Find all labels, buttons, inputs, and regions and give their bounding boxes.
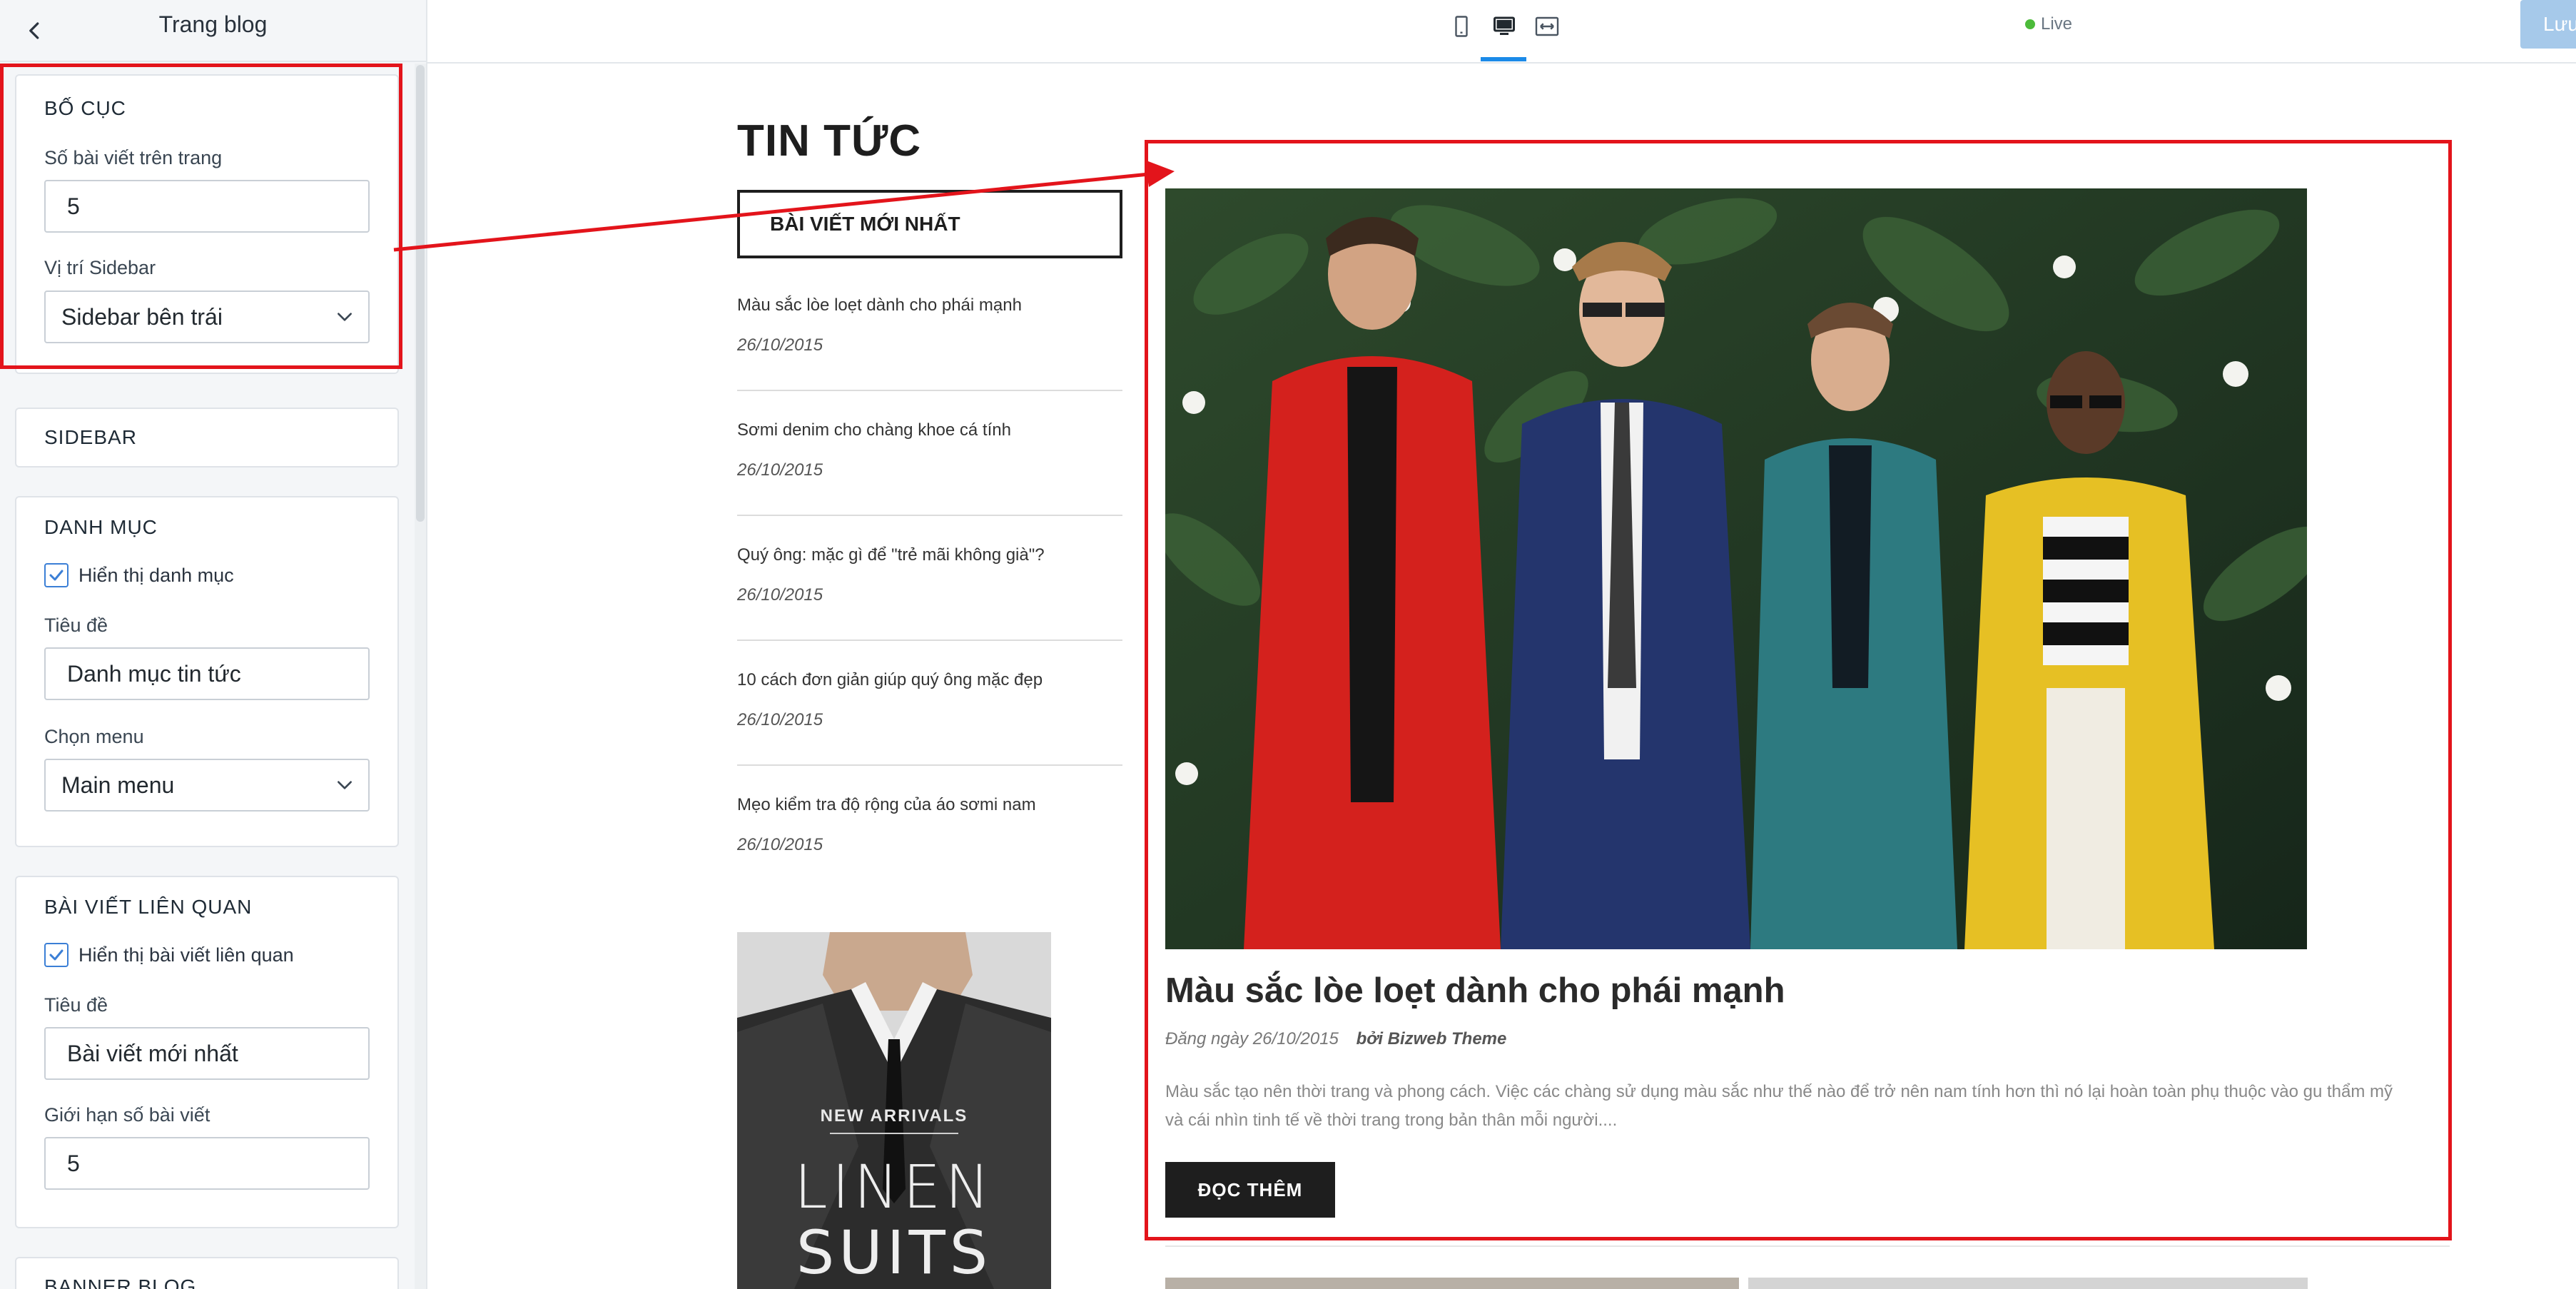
show-related-label: Hiển thị bài viết liên quan [78, 944, 294, 966]
divider [737, 515, 1122, 516]
latest-post-date: 26/10/2015 [737, 460, 823, 480]
banner-line1: NEW ARRIVALS [820, 1106, 968, 1126]
latest-post-date: 26/10/2015 [737, 835, 823, 854]
show-related-checkbox[interactable] [44, 943, 69, 967]
banner-rule [830, 1133, 958, 1134]
read-more-button[interactable]: ĐỌC THÊM [1165, 1162, 1335, 1218]
featured-post-excerpt: Màu sắc tạo nên thời trang và phong cách… [1165, 1082, 2393, 1130]
related-section-title: BÀI VIẾT LIÊN QUAN [44, 896, 253, 918]
featured-post-title[interactable]: Màu sắc lòe loẹt dành cho phái mạnh [1165, 971, 1785, 1011]
linen-suits-banner[interactable]: NEW ARRIVALS LINEN SUITS [737, 932, 1051, 1289]
date-prefix: Đăng ngày [1165, 1029, 1249, 1048]
top-toolbar [427, 0, 2576, 64]
banner-line2: LINEN [793, 1152, 995, 1222]
settings-panel: Trang blog BỐ CỤC Số bài viết trên trang… [0, 0, 427, 1289]
latest-post-item[interactable]: Màu sắc lòe loẹt dành cho phái mạnh 26/1… [737, 295, 1122, 355]
sidebar-section-title: SIDEBAR [44, 426, 137, 448]
divider [737, 640, 1122, 641]
device-mobile-button[interactable] [1445, 10, 1478, 43]
category-card: DANH MỤC Hiển thị danh mục Tiêu đề Danh … [15, 496, 399, 847]
post-author: bởi Bizweb Theme [1356, 1029, 1507, 1048]
latest-post-title[interactable]: Mẹo kiểm tra độ rộng của áo sơmi nam [737, 795, 1122, 815]
chevron-down-icon [338, 313, 352, 321]
checkmark-icon [49, 570, 64, 581]
related-title-input[interactable]: Bài viết mới nhất [44, 1027, 370, 1080]
blog-heading: TIN TỨC [737, 116, 922, 166]
related-limit-label: Giới hạn số bài viết [44, 1104, 211, 1126]
category-title-label: Tiêu đề [44, 615, 108, 636]
live-label: Live [2041, 14, 2073, 34]
related-title-label: Tiêu đề [44, 994, 108, 1016]
latest-post-date: 26/10/2015 [737, 710, 823, 729]
sidebar-position-select[interactable]: Sidebar bên trái [44, 290, 370, 343]
show-category-checkbox[interactable] [44, 563, 69, 587]
panel-header: Trang blog [0, 0, 426, 62]
checkmark-icon [49, 949, 64, 961]
show-related-checkbox-row[interactable]: Hiển thị bài viết liên quan [44, 943, 294, 967]
active-device-indicator [1481, 57, 1526, 61]
layout-card: BỐ CỤC Số bài viết trên trang 5 Vị trí S… [15, 74, 399, 374]
menu-select-value: Main menu [61, 772, 175, 798]
category-title-input[interactable]: Danh mục tin tức [44, 647, 370, 700]
live-status: Live [2025, 11, 2072, 37]
fashion-models-photo [1165, 188, 2307, 949]
divider [1165, 1245, 2450, 1247]
latest-post-title[interactable]: Sơmi denim cho chàng khoe cá tính [737, 420, 1122, 440]
latest-post-item[interactable]: Quý ông: mặc gì để "trẻ mãi không già"? … [737, 545, 1122, 605]
banner-section-title: BANNER BLOG [44, 1275, 197, 1289]
latest-post-title[interactable]: Màu sắc lòe loẹt dành cho phái mạnh [737, 295, 1122, 315]
fullwidth-icon [1535, 16, 1559, 36]
divider [737, 390, 1122, 391]
banner-line3: SUITS [796, 1218, 993, 1288]
live-dot-icon [2025, 19, 2035, 29]
sidebar-position-label: Vị trí Sidebar [44, 257, 156, 278]
latest-post-date: 26/10/2015 [737, 585, 823, 605]
featured-post-image[interactable] [1165, 188, 2307, 949]
banner-blog-card[interactable]: BANNER BLOG [15, 1257, 399, 1289]
post-thumbnail[interactable] [1748, 1278, 2308, 1289]
latest-post-item[interactable]: Mẹo kiểm tra độ rộng của áo sơmi nam 26/… [737, 795, 1122, 854]
related-limit-input[interactable]: 5 [44, 1137, 370, 1190]
latest-post-item[interactable]: 10 cách đơn giản giúp quý ông mặc đẹp 26… [737, 670, 1122, 729]
show-category-checkbox-row[interactable]: Hiển thị danh mục [44, 563, 234, 587]
chevron-down-icon [338, 781, 352, 789]
device-fullwidth-button[interactable] [1531, 10, 1563, 43]
latest-post-date: 26/10/2015 [737, 335, 823, 355]
menu-select[interactable]: Main menu [44, 759, 370, 812]
divider [737, 764, 1122, 766]
sidebar-position-value: Sidebar bên trái [61, 304, 223, 330]
related-posts-card: BÀI VIẾT LIÊN QUAN Hiển thị bài viết liê… [15, 876, 399, 1228]
layout-section-title: BỐ CỤC [44, 97, 126, 119]
post-date: 26/10/2015 [1252, 1029, 1339, 1048]
latest-post-item[interactable]: Sơmi denim cho chàng khoe cá tính 26/10/… [737, 420, 1122, 480]
save-button[interactable]: Lưu [2520, 0, 2576, 49]
panel-scrollbar-thumb[interactable] [416, 65, 425, 522]
desktop-icon [1494, 16, 1515, 35]
panel-title: Trang blog [158, 11, 268, 37]
latest-post-title[interactable]: 10 cách đơn giản giúp quý ông mặc đẹp [737, 670, 1122, 690]
featured-post-meta: Đăng ngày 26/10/2015 bởi Bizweb Theme [1165, 1029, 1506, 1049]
latest-post-title[interactable]: Quý ông: mặc gì để "trẻ mãi không già"? [737, 545, 1122, 565]
posts-per-page-label: Số bài viết trên trang [44, 147, 223, 168]
mobile-icon [1455, 16, 1468, 37]
menu-select-label: Chọn menu [44, 726, 144, 747]
device-desktop-button[interactable] [1488, 10, 1521, 43]
show-category-label: Hiển thị danh mục [78, 564, 234, 586]
posts-per-page-input[interactable]: 5 [44, 180, 370, 233]
category-section-title: DANH MỤC [44, 516, 158, 538]
sidebar-card[interactable]: SIDEBAR [15, 408, 399, 467]
latest-posts-heading: BÀI VIẾT MỚI NHẤT [737, 190, 1122, 258]
post-thumbnail[interactable] [1165, 1278, 1739, 1289]
